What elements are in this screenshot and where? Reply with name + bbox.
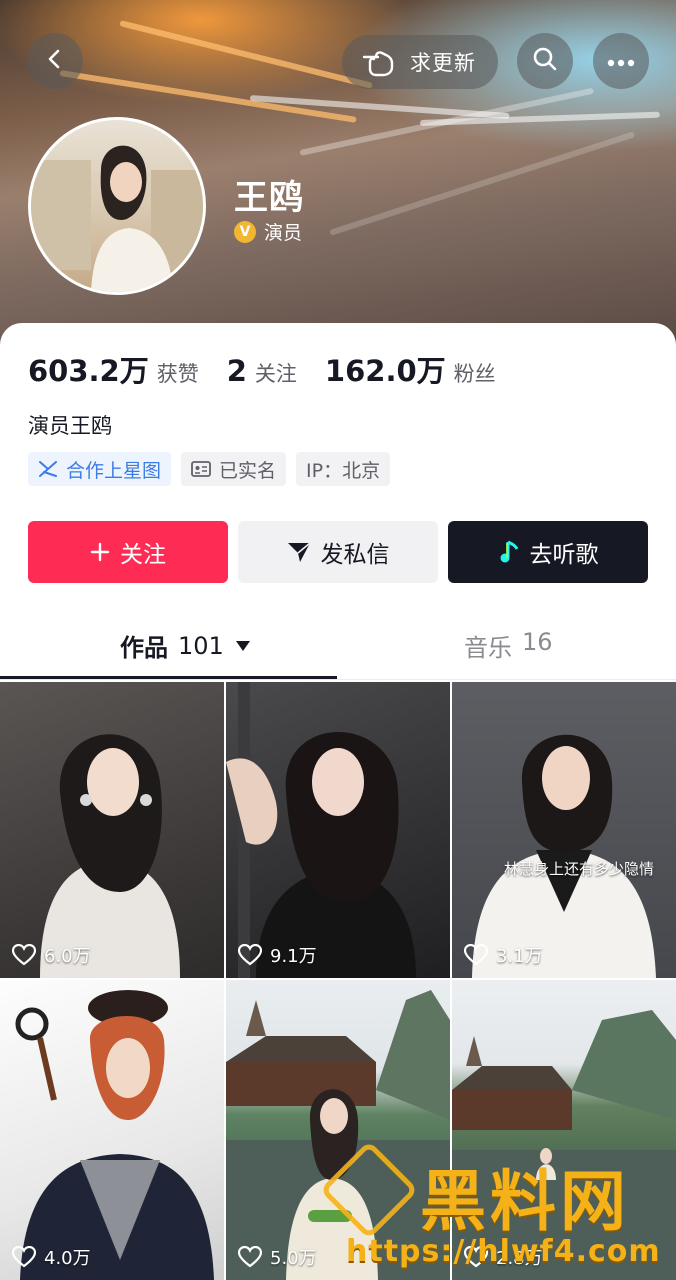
heart-icon bbox=[238, 1246, 262, 1268]
more-icon bbox=[607, 52, 635, 71]
followers-count[interactable]: 162.0万 bbox=[325, 348, 446, 390]
tab-music-count: 16 bbox=[522, 628, 553, 656]
music-note-icon bbox=[498, 540, 520, 564]
follow-button[interactable]: 关注 bbox=[28, 521, 228, 583]
like-count-value: 4.0万 bbox=[44, 1248, 91, 1269]
following-count[interactable]: 2 bbox=[227, 354, 247, 388]
stats-row: 603.2万 获赞 2 关注 162.0万 粉丝 bbox=[28, 348, 524, 390]
star-map-icon bbox=[38, 460, 58, 478]
search-icon bbox=[531, 45, 559, 77]
send-icon bbox=[287, 541, 311, 563]
video-thumbnail bbox=[15, 990, 214, 1280]
tab-works-label: 作品 bbox=[120, 634, 168, 662]
light-streak bbox=[59, 70, 357, 123]
real-name-label: 已实名 bbox=[219, 459, 277, 482]
request-update-label: 求更新 bbox=[410, 51, 476, 75]
bio-text: 演员王鸥 bbox=[28, 414, 112, 438]
video-thumbnail bbox=[226, 682, 416, 978]
star-map-tag[interactable]: 合作上星图 bbox=[28, 452, 172, 486]
like-count: 4.0万 bbox=[12, 1244, 91, 1270]
tab-music[interactable]: 音乐 16 bbox=[464, 628, 553, 663]
like-count: 3.1万 bbox=[464, 942, 543, 968]
video-tile[interactable]: 9.1万 bbox=[226, 682, 450, 978]
like-count-value: 5.0万 bbox=[270, 1248, 317, 1269]
like-count-value: 6.0万 bbox=[44, 946, 91, 967]
tab-divider bbox=[0, 679, 676, 680]
video-caption: 林慧身上还有多少隐情 bbox=[504, 860, 655, 878]
more-button[interactable] bbox=[593, 33, 649, 89]
like-count-value: 3.1万 bbox=[496, 946, 543, 967]
request-update-button[interactable]: 求更新 bbox=[342, 35, 498, 89]
verification-label: 演员 bbox=[264, 222, 303, 244]
tab-music-label: 音乐 bbox=[464, 634, 512, 662]
watermark-text: 黑料网 bbox=[420, 1163, 630, 1240]
likes-count: 603.2万 bbox=[28, 354, 149, 388]
light-streak bbox=[329, 131, 636, 236]
tab-works[interactable]: 作品 101 bbox=[120, 628, 250, 663]
tab-works-count: 101 bbox=[178, 631, 224, 660]
tag-row: 合作上星图 已实名 IP：北京 bbox=[28, 452, 400, 486]
like-count: 9.1万 bbox=[238, 942, 317, 968]
like-count: 5.0万 bbox=[238, 1244, 317, 1270]
follow-label: 关注 bbox=[120, 542, 166, 568]
avatar[interactable] bbox=[28, 117, 206, 295]
verification-row: V 演员 bbox=[234, 218, 302, 245]
star-map-label: 合作上星图 bbox=[66, 459, 162, 482]
light-streak bbox=[299, 87, 595, 156]
video-tile[interactable]: 6.0万 bbox=[0, 682, 224, 978]
heart-icon bbox=[12, 1246, 36, 1268]
search-button[interactable] bbox=[517, 33, 573, 89]
real-name-tag: 已实名 bbox=[181, 452, 287, 486]
message-label: 发私信 bbox=[320, 542, 390, 568]
video-thumbnail bbox=[472, 734, 656, 978]
avatar-portrait bbox=[31, 145, 203, 292]
heart-icon bbox=[238, 944, 262, 966]
profile-name: 王鸥 bbox=[234, 178, 304, 218]
verified-v-icon: V bbox=[234, 220, 256, 243]
plus-icon bbox=[90, 542, 110, 562]
back-icon bbox=[43, 47, 67, 75]
like-count: 6.0万 bbox=[12, 942, 91, 968]
light-streak bbox=[119, 20, 374, 89]
video-tile[interactable]: 林慧身上还有多少隐情 3.1万 bbox=[452, 682, 676, 978]
heart-icon bbox=[464, 944, 488, 966]
likes-label: 获赞 bbox=[156, 362, 199, 386]
video-thumbnail bbox=[40, 734, 180, 978]
listen-music-button[interactable]: 去听歌 bbox=[448, 521, 648, 583]
ip-location-label: IP：北京 bbox=[306, 459, 381, 482]
dropdown-caret-icon[interactable] bbox=[235, 640, 250, 651]
like-count-value: 9.1万 bbox=[270, 946, 317, 967]
message-button[interactable]: 发私信 bbox=[238, 521, 438, 583]
following-label[interactable]: 关注 bbox=[255, 358, 297, 388]
listen-music-label: 去听歌 bbox=[529, 542, 599, 568]
watermark-url: https://hlwf4.com bbox=[346, 1234, 661, 1269]
pointing-hand-icon bbox=[362, 47, 396, 77]
followers-label[interactable]: 粉丝 bbox=[454, 358, 496, 388]
video-tile[interactable]: 4.0万 bbox=[0, 980, 224, 1280]
ip-location-tag: IP：北京 bbox=[296, 452, 391, 486]
heart-icon bbox=[12, 944, 36, 966]
id-card-icon bbox=[191, 461, 211, 477]
back-button[interactable] bbox=[27, 33, 83, 89]
